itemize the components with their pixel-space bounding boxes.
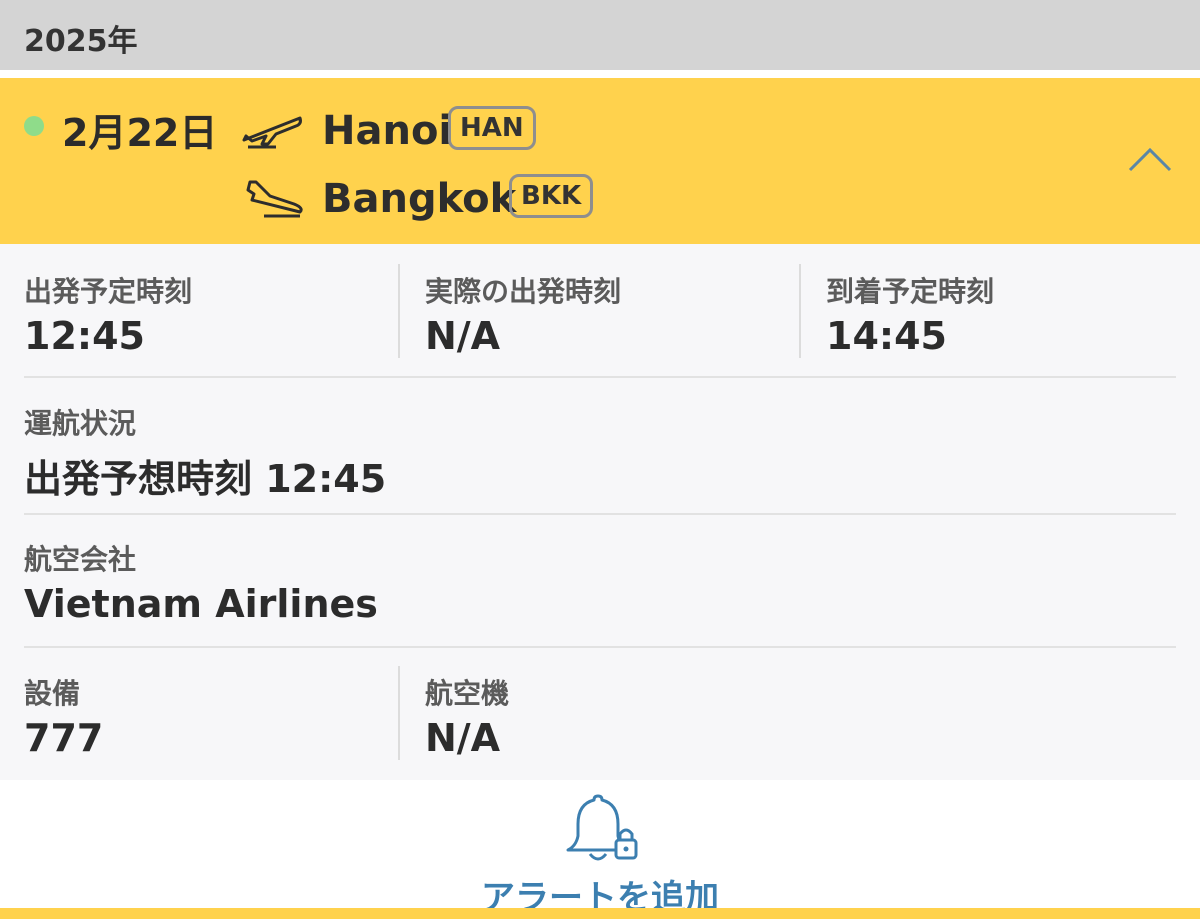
divider xyxy=(0,70,1200,78)
plane-landing-icon xyxy=(246,180,303,218)
row-divider xyxy=(24,513,1176,515)
sched-dep-value: 12:45 xyxy=(24,314,145,358)
sched-arr-value: 14:45 xyxy=(826,314,947,358)
add-alert-button[interactable]: アラートを追加 xyxy=(0,780,1200,918)
aircraft-label: 航空機 xyxy=(425,677,510,710)
flight-details: 出発予定時刻 12:45 実際の出発時刻 N/A 到着予定時刻 14:45 運航… xyxy=(0,244,1200,779)
airline-value: Vietnam Airlines xyxy=(24,582,378,626)
status-label: 運航状況 xyxy=(24,407,137,440)
column-divider xyxy=(398,666,400,760)
arrival-code: BKK xyxy=(509,174,594,218)
actual-dep-label: 実際の出発時刻 xyxy=(425,275,622,308)
column-divider xyxy=(799,264,801,358)
bottom-accent xyxy=(0,908,1200,919)
plane-takeoff-icon xyxy=(242,116,302,149)
sched-arr-label: 到着予定時刻 xyxy=(826,275,995,308)
aircraft-value: N/A xyxy=(425,716,501,760)
arrival-city: Bangkok xyxy=(322,176,517,222)
chevron-up-icon[interactable] xyxy=(1126,142,1174,178)
bell-lock-icon xyxy=(566,794,638,861)
departure-code: HAN xyxy=(448,106,536,150)
status-value: 出発予想時刻 12:45 xyxy=(24,457,387,501)
row-divider xyxy=(24,646,1176,648)
year-header: 2025年 xyxy=(0,0,1200,70)
flight-summary[interactable]: 2月22日 Hanoi HAN Bangkok BKK xyxy=(0,78,1200,244)
departure-city: Hanoi xyxy=(322,108,453,154)
status-dot xyxy=(24,116,44,136)
flight-date: 2月22日 xyxy=(62,111,218,155)
equipment-value: 777 xyxy=(24,716,104,760)
equipment-label: 設備 xyxy=(24,677,81,710)
row-divider xyxy=(24,376,1176,378)
sched-dep-label: 出発予定時刻 xyxy=(24,275,193,308)
column-divider xyxy=(398,264,400,358)
airline-label: 航空会社 xyxy=(24,543,137,576)
year-label: 2025年 xyxy=(24,24,138,59)
actual-dep-value: N/A xyxy=(425,314,501,358)
